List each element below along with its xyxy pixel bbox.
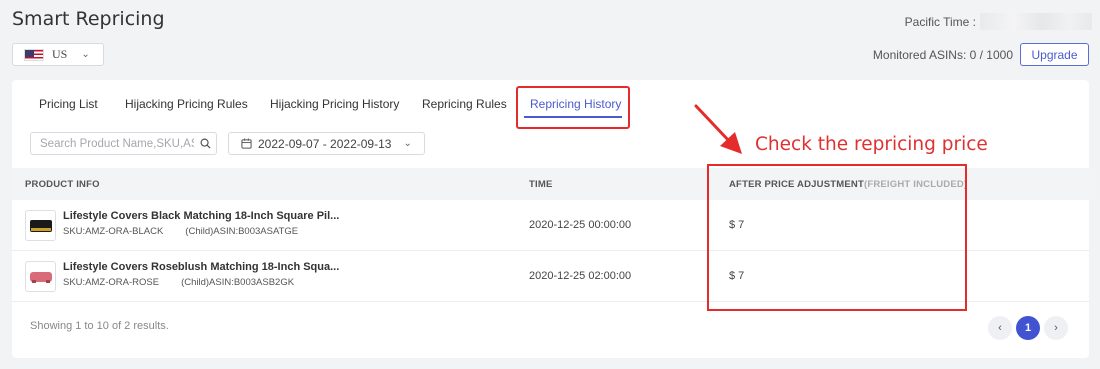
market-select[interactable]: US ⌄ <box>12 43 104 66</box>
tab-pricing-list[interactable]: Pricing List <box>39 97 98 111</box>
market-label: US <box>52 47 68 61</box>
product-name[interactable]: Lifestyle Covers Roseblush Matching 18-I… <box>63 261 339 273</box>
highlight-box-tab <box>516 86 630 129</box>
repricing-time: 2020-12-25 02:00:00 <box>529 270 632 282</box>
results-summary: Showing 1 to 10 of 2 results. <box>30 320 169 332</box>
tab-hijacking-pricing-history[interactable]: Hijacking Pricing History <box>270 97 399 111</box>
prev-page-button[interactable]: ‹ <box>988 316 1012 340</box>
chevron-down-icon: ⌄ <box>81 49 90 60</box>
search-input[interactable]: Search Product Name,SKU,ASIN <box>30 132 217 155</box>
column-header-product: PRODUCT INFO <box>25 179 100 190</box>
us-flag-icon <box>24 48 44 61</box>
calendar-icon <box>241 138 252 149</box>
callout-text: Check the repricing price <box>755 134 988 155</box>
date-range-value: 2022-09-07 - 2022-09-13 <box>258 136 392 151</box>
search-placeholder: Search Product Name,SKU,ASIN <box>40 137 194 150</box>
column-header-time: TIME <box>529 179 553 190</box>
next-page-button[interactable]: › <box>1044 316 1068 340</box>
chevron-down-icon: ⌄ <box>403 138 412 149</box>
pacific-time-value-blurred <box>980 13 1092 30</box>
product-ids: SKU:AMZ-ORA-ROSE (Child)ASIN:B003ASB2GK <box>63 277 295 288</box>
tab-hijacking-pricing-rules[interactable]: Hijacking Pricing Rules <box>125 97 248 111</box>
chevron-right-icon: › <box>1054 322 1058 334</box>
black-pillow-product-icon <box>25 210 56 241</box>
monitored-asins-count: Monitored ASINs: 0 / 1000 <box>872 48 1013 62</box>
search-icon[interactable] <box>194 138 216 149</box>
page-title: Smart Repricing <box>12 8 165 30</box>
product-ids: SKU:AMZ-ORA-BLACK (Child)ASIN:B003ASATGE <box>63 226 299 237</box>
repricing-time: 2020-12-25 00:00:00 <box>529 219 632 231</box>
tab-bar: Pricing List Hijacking Pricing Rules Hij… <box>12 80 1089 129</box>
callout-arrow-icon <box>694 104 742 154</box>
page-number-button[interactable]: 1 <box>1016 316 1040 340</box>
product-name[interactable]: Lifestyle Covers Black Matching 18-Inch … <box>63 210 339 222</box>
date-range-picker[interactable]: 2022-09-07 - 2022-09-13 ⌄ <box>228 132 425 155</box>
rose-pillow-product-icon <box>25 261 56 292</box>
tab-repricing-rules[interactable]: Repricing Rules <box>422 97 507 111</box>
chevron-left-icon: ‹ <box>998 322 1002 334</box>
upgrade-button[interactable]: Upgrade <box>1020 43 1089 66</box>
highlight-box-price-column <box>707 164 967 311</box>
pacific-time-label: Pacific Time : <box>904 15 976 29</box>
